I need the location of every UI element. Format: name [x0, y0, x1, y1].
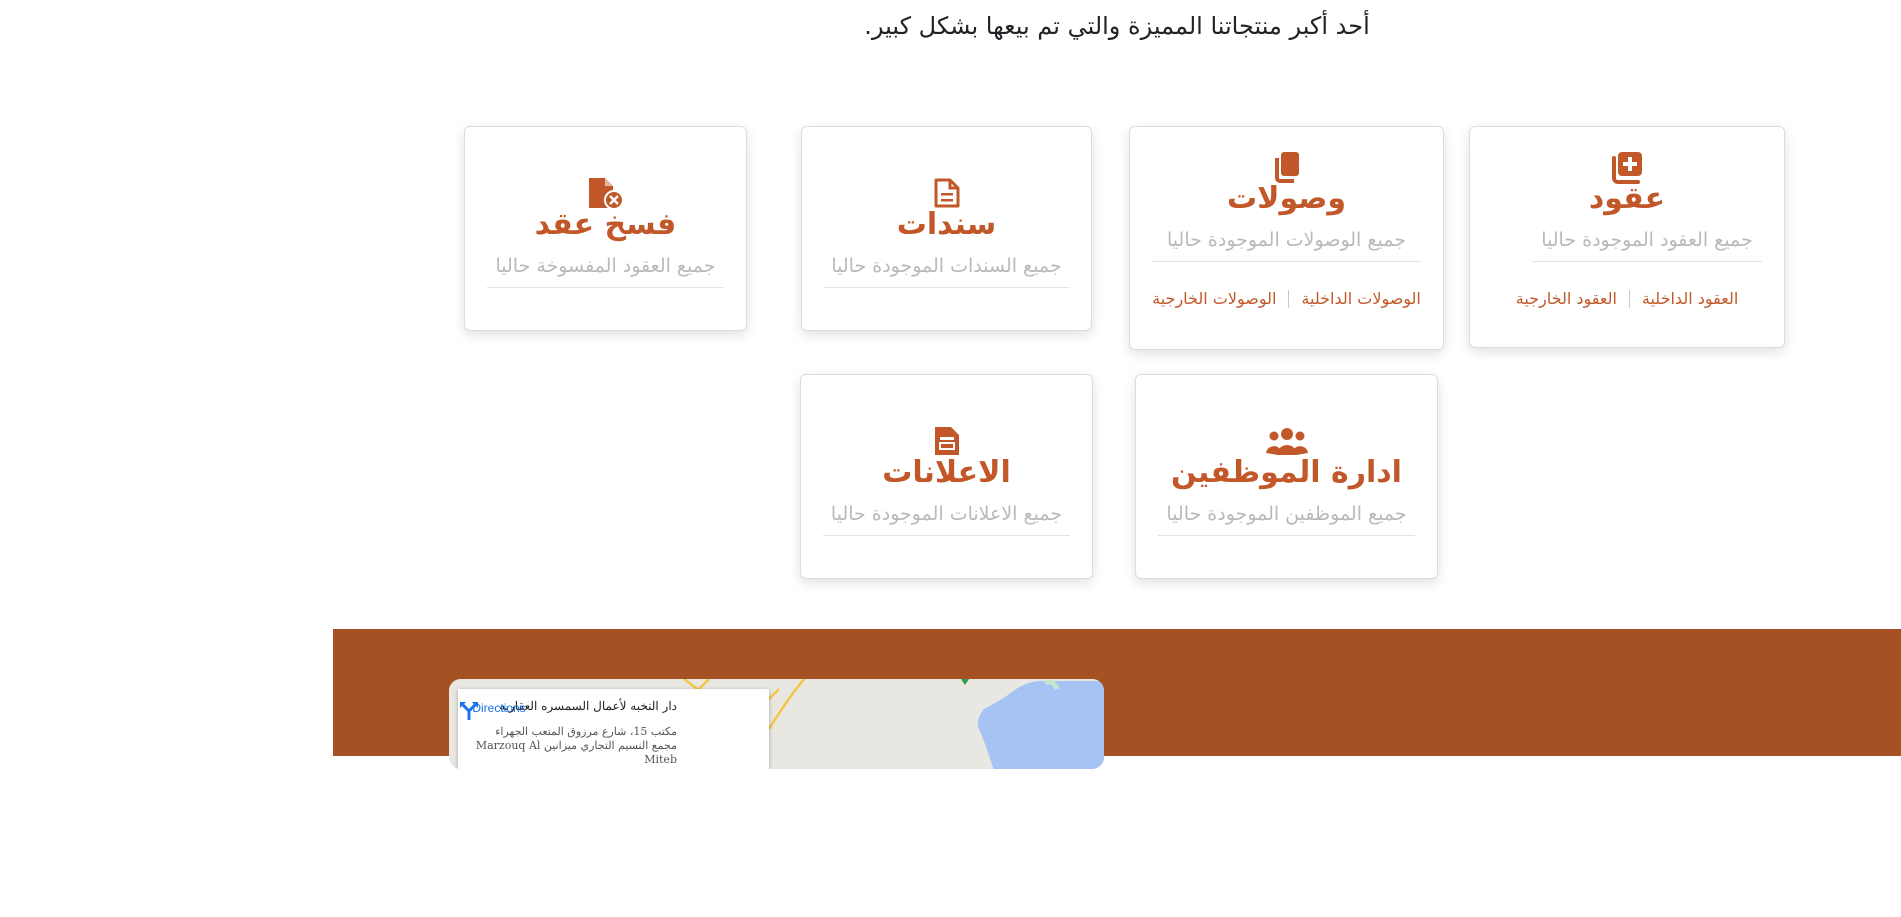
card-links: العقود الداخلية العقود الخارجية: [1470, 289, 1784, 308]
directions-button[interactable]: Directions: [458, 699, 540, 720]
divider: [1288, 289, 1290, 308]
card-bonds[interactable]: سندات جميع السندات الموجودة حاليا: [801, 126, 1092, 331]
card-subtitle: جميع السندات الموجودة حاليا: [824, 255, 1069, 288]
card-subtitle: جميع العقود المفسوخة حاليا: [487, 255, 724, 288]
link-internal-contracts[interactable]: العقود الداخلية: [1630, 289, 1750, 308]
divider: [1628, 289, 1630, 308]
section-heading: أحد أكبر منتجاتنا المميزة والتي تم بيعها…: [864, 12, 1370, 40]
document-icon: [927, 175, 967, 211]
card-termination[interactable]: فسخ عقد جميع العقود المفسوخة حاليا: [464, 126, 747, 331]
link-external-receipts[interactable]: الوصولات الخارجية: [1140, 289, 1288, 308]
directions-icon: [460, 702, 478, 720]
contract-add-icon: [1607, 149, 1647, 185]
card-title: وصولات: [1227, 181, 1346, 216]
document-cancel-icon: [586, 175, 626, 211]
users-group-icon: [1265, 423, 1309, 459]
card-links: الوصولات الداخلية الوصولات الخارجية: [1130, 289, 1443, 308]
card-employees[interactable]: ادارة الموظفين جميع الموظفين الموجودة حا…: [1135, 374, 1438, 579]
card-subtitle: جميع العقود الموجودة حاليا: [1532, 229, 1762, 262]
card-title: سندات: [896, 207, 997, 242]
card-title: فسخ عقد: [534, 207, 677, 242]
link-internal-receipts[interactable]: الوصولات الداخلية: [1289, 289, 1432, 308]
announcement-document-icon: [927, 423, 967, 459]
card-subtitle: جميع الاعلانات الموجودة حاليا: [823, 503, 1070, 536]
card-title: الاعلانات: [882, 455, 1011, 490]
card-subtitle: جميع الوصولات الموجودة حاليا: [1152, 229, 1421, 262]
copy-documents-icon: [1267, 149, 1307, 185]
embedded-map[interactable]: دار النخبه لأعمال السمسره العقاريه مكتب …: [449, 679, 1104, 769]
link-external-contracts[interactable]: العقود الخارجية: [1504, 289, 1629, 308]
map-info-card: دار النخبه لأعمال السمسره العقاريه مكتب …: [458, 689, 769, 769]
card-contracts[interactable]: عقود جميع العقود الموجودة حاليا العقود ا…: [1469, 126, 1785, 348]
card-ads[interactable]: الاعلانات جميع الاعلانات الموجودة حاليا: [800, 374, 1093, 579]
map-place-address: مكتب 15، شارع مرزوق المتعب الجهراء مجمع …: [475, 725, 677, 766]
card-subtitle: جميع الموظفين الموجودة حاليا: [1158, 503, 1415, 536]
card-title: ادارة الموظفين: [1171, 455, 1402, 490]
card-receipts[interactable]: وصولات جميع الوصولات الموجودة حاليا الوص…: [1129, 126, 1444, 350]
card-title: عقود: [1588, 181, 1666, 216]
